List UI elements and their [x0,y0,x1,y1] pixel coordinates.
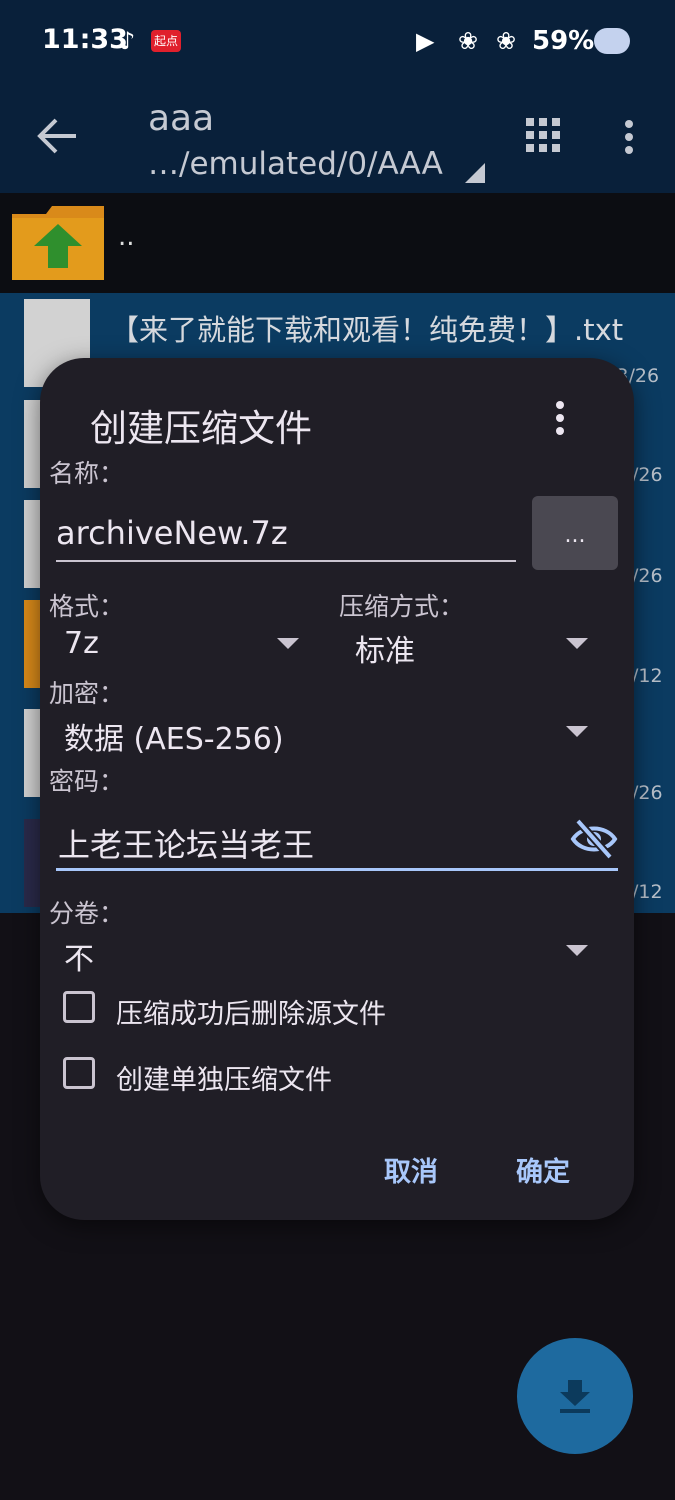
signal-icon: ▶ [416,27,435,55]
file-date: /26 [632,565,663,587]
path-dropdown-icon[interactable] [465,163,485,183]
method-dropdown-icon[interactable] [566,638,588,649]
tiktok-icon: ♪ [120,27,136,55]
password-label: 密码： [49,767,125,796]
folder-up-icon [12,206,104,280]
create-archive-dialog: 创建压缩文件 名称： archiveNew.7z ... 格式： 压缩方式： 7… [40,358,634,1220]
delete-source-label[interactable]: 压缩成功后删除源文件 [116,992,386,1031]
browse-button[interactable]: ... [532,496,618,570]
file-date: /26 [632,782,663,804]
split-dropdown-icon[interactable] [566,945,588,956]
grid-view-icon[interactable] [526,118,560,152]
screen: 11:33 ♪ 起点 ▶ ❀ ❀ 59% aaa …/emulated/0/AA… [0,0,675,1500]
split-select[interactable]: 不 [64,934,94,978]
delete-source-checkbox[interactable] [63,991,95,1023]
format-label: 格式： [49,592,125,621]
cancel-button[interactable]: 取消 [384,1150,438,1189]
archive-name-input[interactable]: archiveNew.7z [56,514,288,552]
dialog-title: 创建压缩文件 [90,407,312,450]
qidian-app-icon: 起点 [151,30,182,52]
password-input[interactable]: 上老王论坛当老王 [58,820,314,866]
separate-archive-label[interactable]: 创建单独压缩文件 [116,1058,332,1097]
battery-icon [594,28,630,54]
method-label: 压缩方式： [339,592,465,621]
folder-path[interactable]: …/emulated/0/AAA [148,146,443,182]
name-underline [56,560,516,562]
download-fab[interactable] [517,1338,633,1454]
format-select[interactable]: 7z [64,626,99,661]
encryption-select[interactable]: 数据 (AES-256) [64,714,284,758]
file-date: /12 [632,881,663,903]
app-header: 11:33 ♪ 起点 ▶ ❀ ❀ 59% aaa …/emulated/0/AA… [0,0,675,193]
encryption-dropdown-icon[interactable] [566,726,588,737]
back-arrow-icon[interactable] [36,114,80,158]
split-label: 分卷： [49,899,125,928]
dialog-menu-icon[interactable] [556,401,564,440]
ok-button[interactable]: 确定 [516,1150,570,1189]
folder-title: aaa [148,98,215,139]
separate-archive-checkbox[interactable] [63,1057,95,1089]
status-bar: 11:33 ♪ 起点 ▶ ❀ ❀ 59% [0,0,675,84]
password-underline [56,868,618,871]
download-icon [560,1380,590,1413]
status-time: 11:33 [42,24,128,55]
battery-level: 59% [532,26,595,56]
overflow-menu-icon[interactable] [625,120,633,159]
parent-label: .. [118,222,135,252]
paw-icon: ❀ [458,27,479,55]
parent-folder-row[interactable]: .. [0,193,675,293]
method-select[interactable]: 标准 [355,626,415,670]
name-label: 名称： [49,459,125,488]
format-dropdown-icon[interactable] [277,638,299,649]
visibility-off-icon[interactable] [570,818,618,860]
file-date: /12 [632,665,663,687]
encryption-label: 加密： [49,679,125,708]
file-date: /26 [632,464,663,486]
paw-icon-2: ❀ [496,27,517,55]
file-name: 【来了就能下载和观看！纯免费！】.txt [110,313,624,347]
